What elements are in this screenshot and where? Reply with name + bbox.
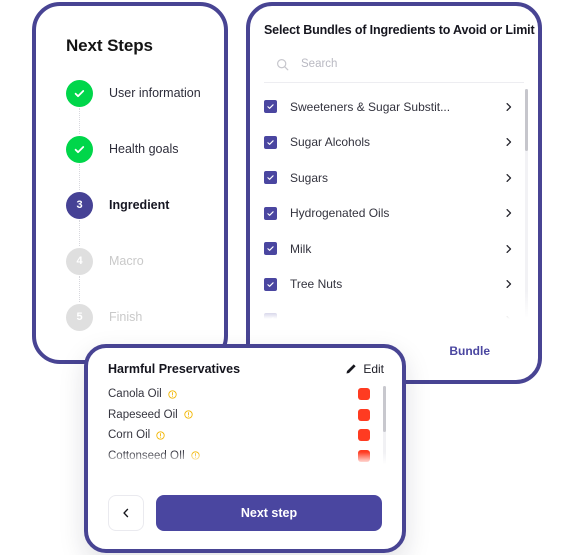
preservative-row[interactable]: Canola Oil [108,384,386,405]
check-icon [74,145,85,153]
info-icon[interactable] [191,451,200,460]
chevron-left-icon [123,508,129,518]
bundle-label: Sweeteners & Sugar Substit... [290,99,451,114]
select-bundles-card: Select Bundles of Ingredients to Avoid o… [246,2,542,384]
bundle-list-item[interactable]: Sugars [264,160,528,196]
bundles-scrollbar-thumb[interactable] [525,89,528,151]
step-label-4: Macro [109,254,144,268]
step-item-finish[interactable]: 5 Finish [66,302,224,332]
severity-swatch [358,408,370,421]
preservatives-list[interactable]: Canola Oil Rapeseed Oil Corn Oil Cottons… [108,384,386,468]
edit-button[interactable]: Edit [345,362,384,376]
next-steps-title: Next Steps [66,36,153,55]
step-item-macro[interactable]: 4 Macro [66,246,224,276]
back-button[interactable] [108,495,144,531]
info-icon[interactable] [168,390,177,399]
bundles-search-row[interactable] [264,46,524,83]
bundle-list-item[interactable]: Sweeteners & Sugar Substit... [264,89,528,125]
step-bullet-4: 4 [66,247,93,275]
preservative-name: Canola Oil [108,388,162,401]
step-label-3: Ingredient [109,198,170,212]
bundle-label: Milk [290,241,312,256]
check-icon [267,104,274,110]
add-bundle-button[interactable]: Bundle [449,344,490,358]
check-icon [74,89,85,97]
step-bullet-2 [66,135,93,163]
preservative-name: Rapeseed Oil [108,408,178,421]
check-icon [267,282,274,287]
preservative-name: Corn Oil [108,429,151,442]
bundle-checkbox[interactable] [264,135,277,149]
chevron-right-icon[interactable] [504,136,514,148]
severity-swatch [358,429,370,442]
preservatives-title: Harmful Preservatives [108,362,241,376]
step-item-health-goals[interactable]: Health goals [66,134,224,164]
bundle-list-item[interactable]: Sugar Alcohols [264,125,528,161]
bundle-list-item[interactable]: Milk [264,231,528,267]
chevron-right-icon[interactable] [504,172,514,184]
chevron-right-icon[interactable] [504,278,514,290]
bundle-list-item[interactable]: Hydrogenated Oils [264,196,528,232]
check-icon [267,246,274,252]
edit-label: Edit [363,362,384,376]
step-bullet-1 [66,79,93,107]
bundles-scrollbar-track[interactable] [525,89,528,317]
bundle-checkbox[interactable] [264,206,277,220]
step-item-user-information[interactable]: User information [66,78,224,108]
step-connector-1 [66,108,93,134]
select-bundles-title: Select Bundles of Ingredients to Avoid o… [264,23,535,37]
preservatives-header: Harmful Preservatives Edit [88,348,402,376]
search-input[interactable] [301,58,481,70]
preservatives-actions: Next step [108,495,382,531]
check-icon [267,140,274,145]
step-item-ingredient[interactable]: 3 Ingredient [66,190,224,220]
bundle-label: Sugar Alcohols [290,135,371,150]
bundle-checkbox[interactable] [264,242,277,256]
step-bullet-5: 5 [66,303,93,331]
chevron-right-icon[interactable] [504,101,514,113]
search-icon [277,58,289,70]
check-icon [267,175,274,181]
harmful-preservatives-card: Harmful Preservatives Edit Canola Oil Ra… [84,344,406,553]
next-steps-body: Next Steps User information Health goals [36,6,224,332]
severity-swatch [358,449,370,462]
bundle-label: Hydrogenated Oils [290,206,390,221]
check-icon [267,211,274,216]
preservative-name: Cottonseed OIl [108,449,185,462]
step-connector-4 [66,276,93,302]
bundle-label: Sugars [290,170,329,185]
preservative-row[interactable]: Corn Oil [108,425,386,446]
chevron-right-icon[interactable] [504,243,514,255]
step-label-2: Health goals [109,142,179,156]
info-icon[interactable] [184,410,193,419]
bundle-label: Tree Nuts [290,277,343,292]
bundle-checkbox[interactable] [264,277,277,291]
step-bullet-3: 3 [66,191,93,219]
step-label-5: Finish [109,310,143,324]
info-icon[interactable] [156,431,165,440]
pencil-icon [346,364,356,374]
preservatives-scrollbar-track[interactable] [383,386,386,466]
wizard-stage: Next Steps User information Health goals [0,0,579,555]
preservative-row[interactable]: Cottonseed OIl [108,446,386,467]
severity-swatch [358,388,370,401]
bundle-checkbox[interactable] [264,100,277,114]
bundle-checkbox[interactable] [264,171,277,185]
chevron-right-icon[interactable] [504,207,514,219]
preservative-row[interactable]: Rapeseed Oil [108,405,386,426]
step-label-1: User information [109,86,201,100]
preservatives-scrollbar-thumb[interactable] [383,386,386,432]
step-connector-2 [66,164,93,190]
next-step-button[interactable]: Next step [156,495,382,531]
step-connector-3 [66,220,93,246]
preservative-row-partial[interactable] [108,466,386,468]
bundle-list-item[interactable]: Tree Nuts [264,267,528,303]
next-steps-card: Next Steps User information Health goals [32,2,228,364]
bundles-list[interactable]: Sweeteners & Sugar Substit... Sugar Alco… [264,83,528,325]
